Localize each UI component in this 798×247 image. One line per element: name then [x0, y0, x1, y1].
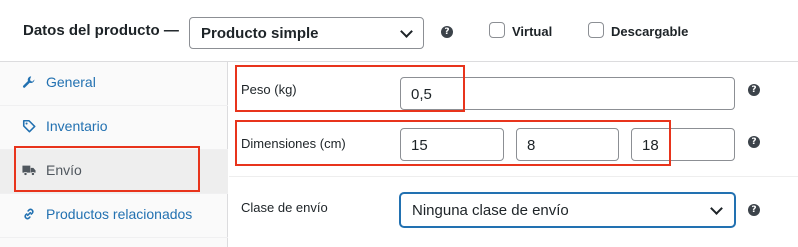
tab-linked-products-label: Productos relacionados: [46, 206, 193, 222]
width-value: 8: [527, 137, 536, 154]
weight-row: Peso (kg) 0,5 ?: [229, 62, 798, 116]
tab-general[interactable]: General: [0, 62, 228, 106]
product-type-select[interactable]: Producto simple: [189, 17, 424, 49]
downloadable-label[interactable]: Descargable: [611, 24, 688, 39]
weight-value: 0,5: [411, 86, 432, 103]
dimensions-label: Dimensiones (cm): [241, 136, 346, 151]
shipping-class-label: Clase de envío: [241, 200, 328, 215]
tab-inventory[interactable]: Inventario: [0, 106, 228, 150]
shipping-panel: Peso (kg) 0,5 ? Dimensiones (cm) 15 8 18…: [229, 62, 798, 247]
product-data-tabs: General Inventario Envío Productos relac…: [0, 62, 228, 247]
virtual-label[interactable]: Virtual: [512, 24, 552, 39]
chevron-down-icon: [400, 25, 413, 38]
help-icon[interactable]: ?: [748, 204, 760, 216]
weight-label: Peso (kg): [241, 82, 297, 97]
help-icon[interactable]: ?: [748, 136, 760, 148]
product-data-title: Datos del producto —: [23, 22, 179, 39]
chevron-down-icon: [710, 202, 723, 215]
tab-general-label: General: [46, 74, 96, 90]
tag-icon: [22, 119, 36, 133]
product-type-value: Producto simple: [201, 25, 319, 42]
truck-icon: [22, 165, 36, 176]
width-input[interactable]: 8: [516, 128, 619, 161]
shipping-class-value: Ninguna clase de envío: [412, 202, 569, 219]
help-icon[interactable]: ?: [441, 26, 453, 38]
downloadable-checkbox[interactable]: [588, 22, 604, 38]
product-data-panel: Datos del producto — Producto simple ? V…: [0, 0, 798, 247]
weight-input[interactable]: 0,5: [400, 77, 735, 110]
length-input[interactable]: 15: [400, 128, 504, 161]
link-icon: [24, 208, 34, 220]
tab-linked-products[interactable]: Productos relacionados: [0, 194, 228, 238]
tab-inventory-label: Inventario: [46, 118, 108, 134]
tab-shipping[interactable]: Envío: [0, 150, 228, 194]
shipping-class-select[interactable]: Ninguna clase de envío: [400, 193, 735, 227]
height-input[interactable]: 18: [631, 128, 735, 161]
virtual-checkbox[interactable]: [489, 22, 505, 38]
product-data-header: Datos del producto — Producto simple ? V…: [0, 0, 798, 62]
help-icon[interactable]: ?: [748, 84, 760, 96]
length-value: 15: [411, 137, 428, 154]
height-value: 18: [642, 137, 659, 154]
wrench-icon: [22, 76, 35, 88]
tab-shipping-label: Envío: [46, 162, 82, 178]
dimensions-row: Dimensiones (cm) 15 8 18 ?: [229, 116, 798, 177]
shipping-class-row: Clase de envío Ninguna clase de envío ?: [229, 177, 798, 247]
